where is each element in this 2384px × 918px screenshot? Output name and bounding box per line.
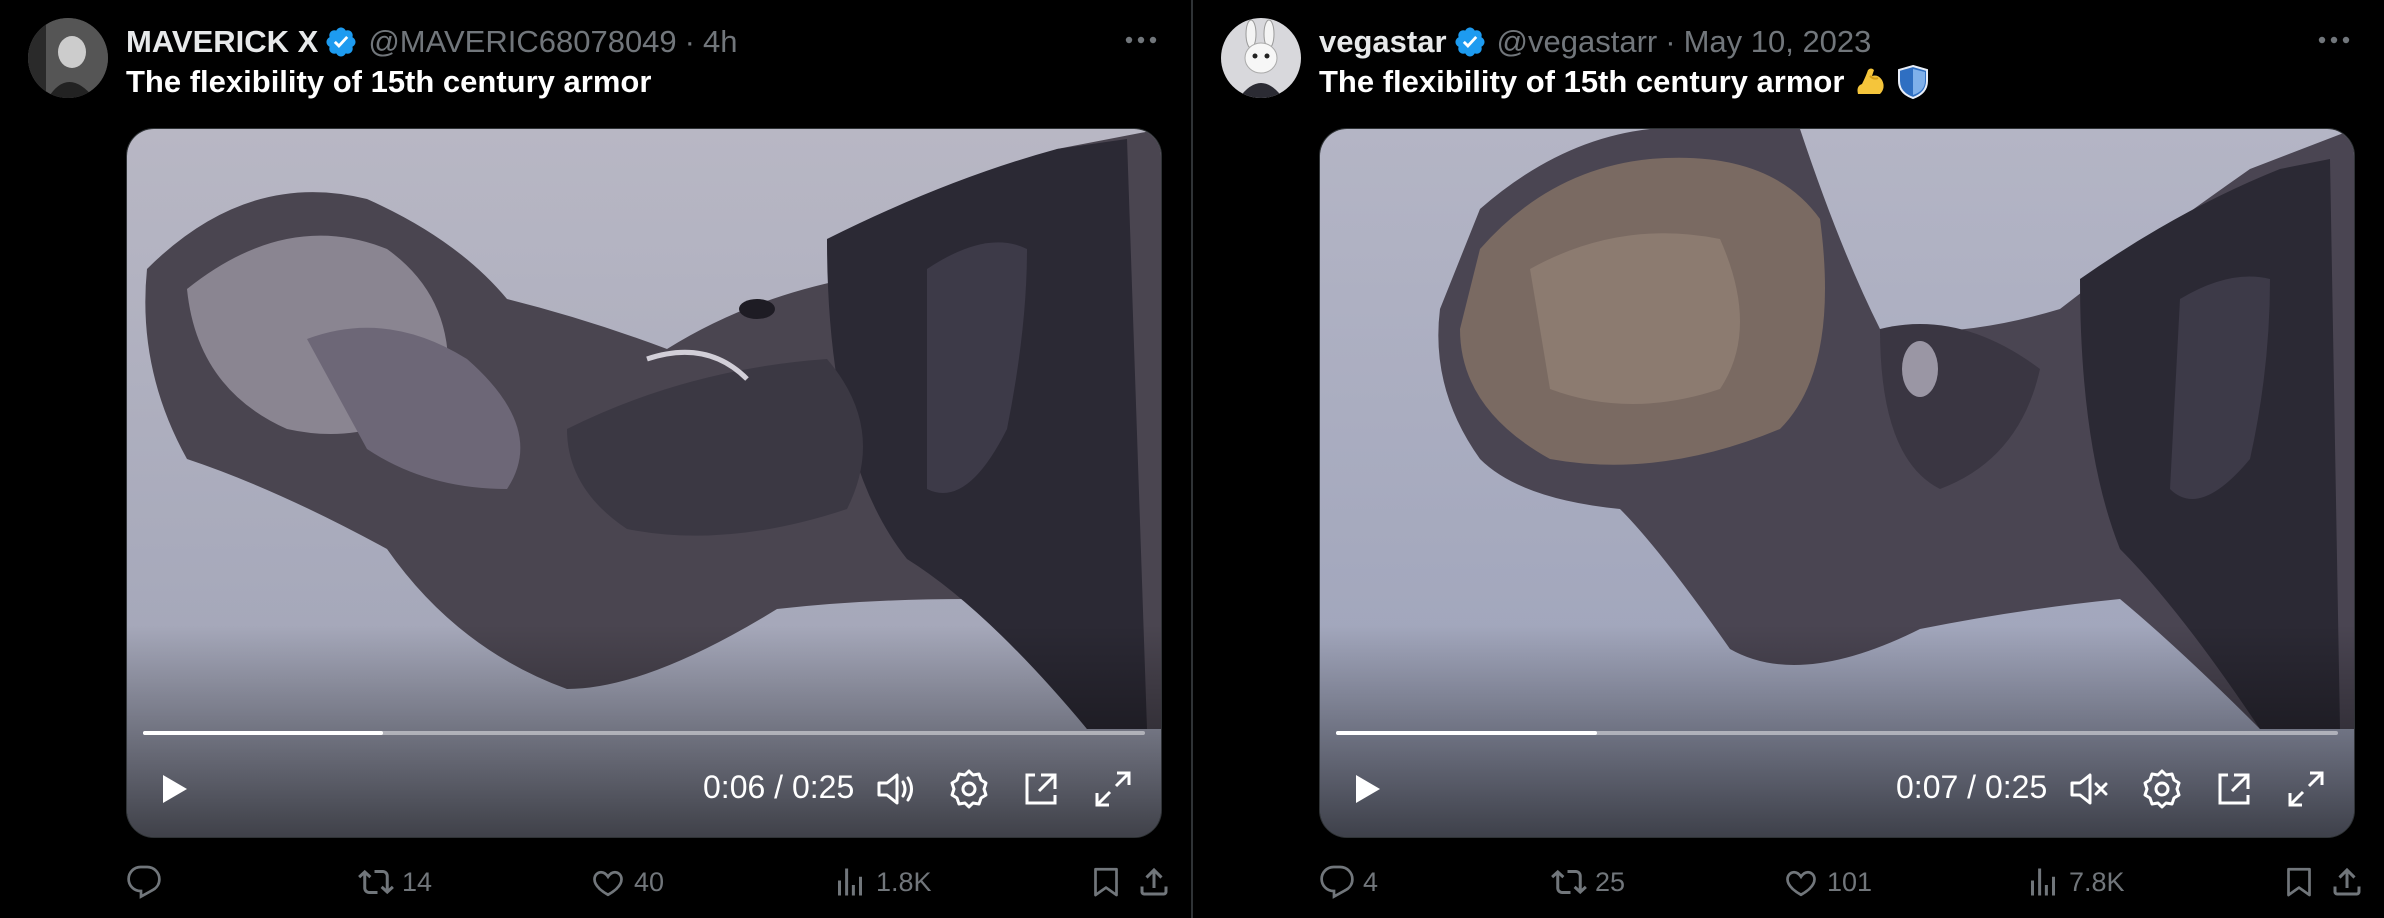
like-count: 40 — [634, 866, 665, 897]
flexed-biceps-icon — [1857, 68, 1885, 94]
retweet-count: 25 — [1595, 866, 1626, 897]
avatar[interactable] — [28, 18, 108, 98]
tweet-1[interactable]: MAVERICK X @MAVERIC68078049 · 4h The fle… — [0, 0, 1191, 918]
views-count: 1.8K — [876, 866, 932, 897]
video-timecode: 0:07 / 0:25 — [1896, 769, 2048, 805]
retweet-icon — [1551, 869, 1587, 895]
tweet-2[interactable]: vegastar @vegastarr · May 10, 2023 The f… — [1193, 0, 2384, 918]
timestamp[interactable]: May 10, 2023 — [1684, 24, 1872, 60]
author-handle[interactable]: @vegastarr — [1497, 24, 1658, 60]
more-icon[interactable] — [1121, 28, 1161, 52]
author-handle[interactable]: @MAVERIC68078049 — [368, 24, 676, 60]
more-icon[interactable] — [2314, 28, 2354, 52]
tweet-actions: 14 40 1.8K — [126, 860, 1168, 904]
play-icon[interactable] — [149, 765, 197, 813]
shield-icon — [1898, 64, 1929, 100]
like-button[interactable]: 101 — [1783, 860, 1872, 904]
views-icon — [838, 868, 862, 896]
share-icon — [1140, 867, 1168, 896]
bookmark-button[interactable] — [2281, 860, 2317, 904]
progress-bar[interactable] — [143, 731, 1145, 735]
retweet-icon — [358, 869, 394, 895]
volume-icon[interactable] — [873, 765, 921, 813]
reply-count: 4 — [1363, 866, 1379, 897]
views-button[interactable]: 1.8K — [832, 860, 932, 904]
author-name[interactable]: vegastar — [1319, 24, 1447, 60]
retweet-button[interactable]: 14 — [358, 860, 432, 904]
tweet-header: MAVERICK X @MAVERIC68078049 · 4h — [126, 20, 737, 64]
bookmark-icon — [1094, 867, 1118, 897]
fullscreen-icon[interactable] — [2282, 765, 2330, 813]
retweet-count: 14 — [402, 866, 433, 897]
tweet-text: The flexibility of 15th century armor — [1319, 64, 1930, 100]
tweet-actions: 4 25 101 7.8K — [1319, 860, 2361, 904]
play-icon[interactable] — [1342, 765, 1390, 813]
tweet-text-content: The flexibility of 15th century armor — [126, 64, 652, 99]
settings-icon[interactable] — [2138, 765, 2186, 813]
tweet-text-content: The flexibility of 15th century armor — [1319, 64, 1845, 99]
reply-icon — [127, 865, 161, 899]
video-player[interactable]: 0:06 / 0:25 — [126, 128, 1162, 838]
author-name[interactable]: MAVERICK X — [126, 24, 318, 60]
reply-button[interactable] — [126, 860, 170, 904]
progress-fill — [1336, 731, 1597, 735]
muted-icon[interactable] — [2066, 765, 2114, 813]
separator: · — [684, 24, 695, 59]
verified-badge-icon — [1455, 27, 1485, 57]
like-icon — [593, 870, 623, 897]
progress-bar[interactable] — [1336, 731, 2338, 735]
like-count: 101 — [1827, 866, 1873, 897]
separator: · — [1665, 24, 1676, 59]
share-button[interactable] — [1136, 860, 1172, 904]
like-button[interactable]: 40 — [590, 860, 664, 904]
progress-fill — [143, 731, 384, 735]
tweet-header: vegastar @vegastarr · May 10, 2023 — [1319, 20, 1871, 64]
pip-icon[interactable] — [2210, 765, 2258, 813]
pip-icon[interactable] — [1017, 765, 1065, 813]
retweet-button[interactable]: 25 — [1551, 860, 1625, 904]
views-count: 7.8K — [2069, 866, 2125, 897]
bookmark-button[interactable] — [1088, 860, 1124, 904]
video-player[interactable]: 0:07 / 0:25 — [1319, 128, 2355, 838]
video-timecode: 0:06 / 0:25 — [703, 769, 855, 805]
timestamp[interactable]: 4h — [703, 24, 737, 60]
like-icon — [1786, 870, 1816, 897]
fullscreen-icon[interactable] — [1089, 765, 1137, 813]
tweet-text: The flexibility of 15th century armor — [126, 64, 651, 100]
share-icon — [2333, 867, 2361, 896]
verified-badge-icon — [326, 27, 356, 57]
reply-icon — [1320, 865, 1354, 899]
reply-button[interactable]: 4 — [1319, 860, 1378, 904]
share-button[interactable] — [2329, 860, 2365, 904]
settings-icon[interactable] — [945, 765, 993, 813]
avatar[interactable] — [1221, 18, 1301, 98]
views-icon — [2031, 868, 2055, 896]
views-button[interactable]: 7.8K — [2025, 860, 2125, 904]
bookmark-icon — [2287, 867, 2311, 897]
